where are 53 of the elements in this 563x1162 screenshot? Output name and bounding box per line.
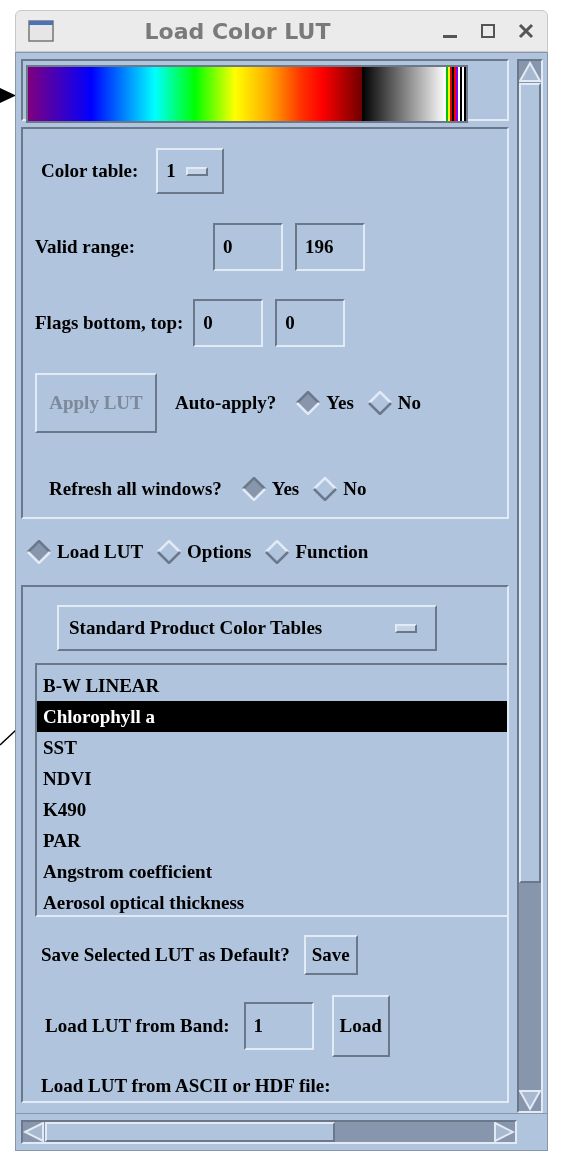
list-item[interactable]: Chlorophyll a — [37, 701, 507, 732]
scroll-down-icon[interactable] — [519, 1089, 541, 1111]
close-icon[interactable] — [517, 22, 535, 40]
tab-label: Function — [295, 541, 369, 563]
tab-label: Options — [187, 541, 252, 563]
pointer-arrow — [0, 88, 16, 103]
scrollbar-thumb[interactable] — [45, 1122, 335, 1142]
leader-line — [0, 729, 16, 746]
question-label: Auto-apply? — [175, 392, 277, 414]
radio-button[interactable] — [313, 477, 338, 501]
tab-label: Load LUT — [57, 541, 144, 563]
question-label: Save Selected LUT as Default? — [41, 944, 290, 966]
load-button[interactable]: Load — [331, 995, 390, 1057]
input-field[interactable]: 0 — [275, 299, 346, 347]
radio-button[interactable] — [296, 391, 321, 415]
dropdown-indicator-icon — [395, 623, 417, 633]
radio-button[interactable] — [27, 540, 51, 564]
radio-label: No — [343, 478, 367, 500]
list-item[interactable]: Aerosol optical thickness — [37, 887, 507, 918]
color-table-dropdown[interactable]: 1 — [156, 148, 225, 194]
field-label: Color table: — [41, 160, 139, 182]
lut-list[interactable]: B-W LINEAR Chlorophyll a SST NDVI K490 PAR Angstrom coefficient Aerosol optical thickness — [35, 663, 507, 917]
window-icon — [28, 20, 54, 42]
field-label: Load LUT from ASCII or HDF file: — [40, 1075, 332, 1097]
save-button[interactable]: Save — [303, 935, 358, 975]
field-label: Load LUT from Band: — [45, 1015, 230, 1037]
input-field[interactable]: 0 — [213, 223, 283, 271]
scrollbar-thumb[interactable] — [519, 83, 541, 883]
radio-label: Yes — [326, 392, 354, 414]
field-label: Valid range: — [35, 236, 137, 258]
list-item[interactable]: NDVI — [37, 763, 507, 794]
table-set-dropdown[interactable]: Standard Product Color Tables — [57, 605, 437, 651]
window-title: Load Color LUT — [143, 18, 332, 44]
radio-button[interactable] — [241, 477, 266, 501]
radio-label: Yes — [271, 478, 300, 500]
list-item[interactable]: Angstrom coefficient — [37, 856, 507, 887]
radio-button[interactable] — [367, 391, 392, 415]
list-item[interactable]: K490 — [37, 794, 507, 825]
list-item[interactable]: SST — [37, 732, 507, 763]
scroll-left-icon[interactable] — [23, 1122, 45, 1142]
radio-label: No — [397, 392, 422, 414]
maximize-icon[interactable] — [479, 22, 497, 40]
question-label: Refresh all windows? — [49, 478, 222, 500]
field-label: Flags bottom, top: — [35, 312, 184, 334]
input-field[interactable]: 0 — [193, 299, 264, 347]
radio-button[interactable] — [157, 540, 182, 564]
list-item[interactable]: PAR — [37, 825, 507, 856]
scroll-right-icon[interactable] — [493, 1122, 515, 1142]
radio-button[interactable] — [265, 540, 290, 564]
input-field[interactable]: 196 — [295, 223, 365, 271]
dropdown-indicator-icon — [185, 166, 208, 176]
list-item[interactable]: B-W LINEAR — [37, 670, 507, 701]
input-field[interactable]: 1 — [243, 1002, 314, 1050]
